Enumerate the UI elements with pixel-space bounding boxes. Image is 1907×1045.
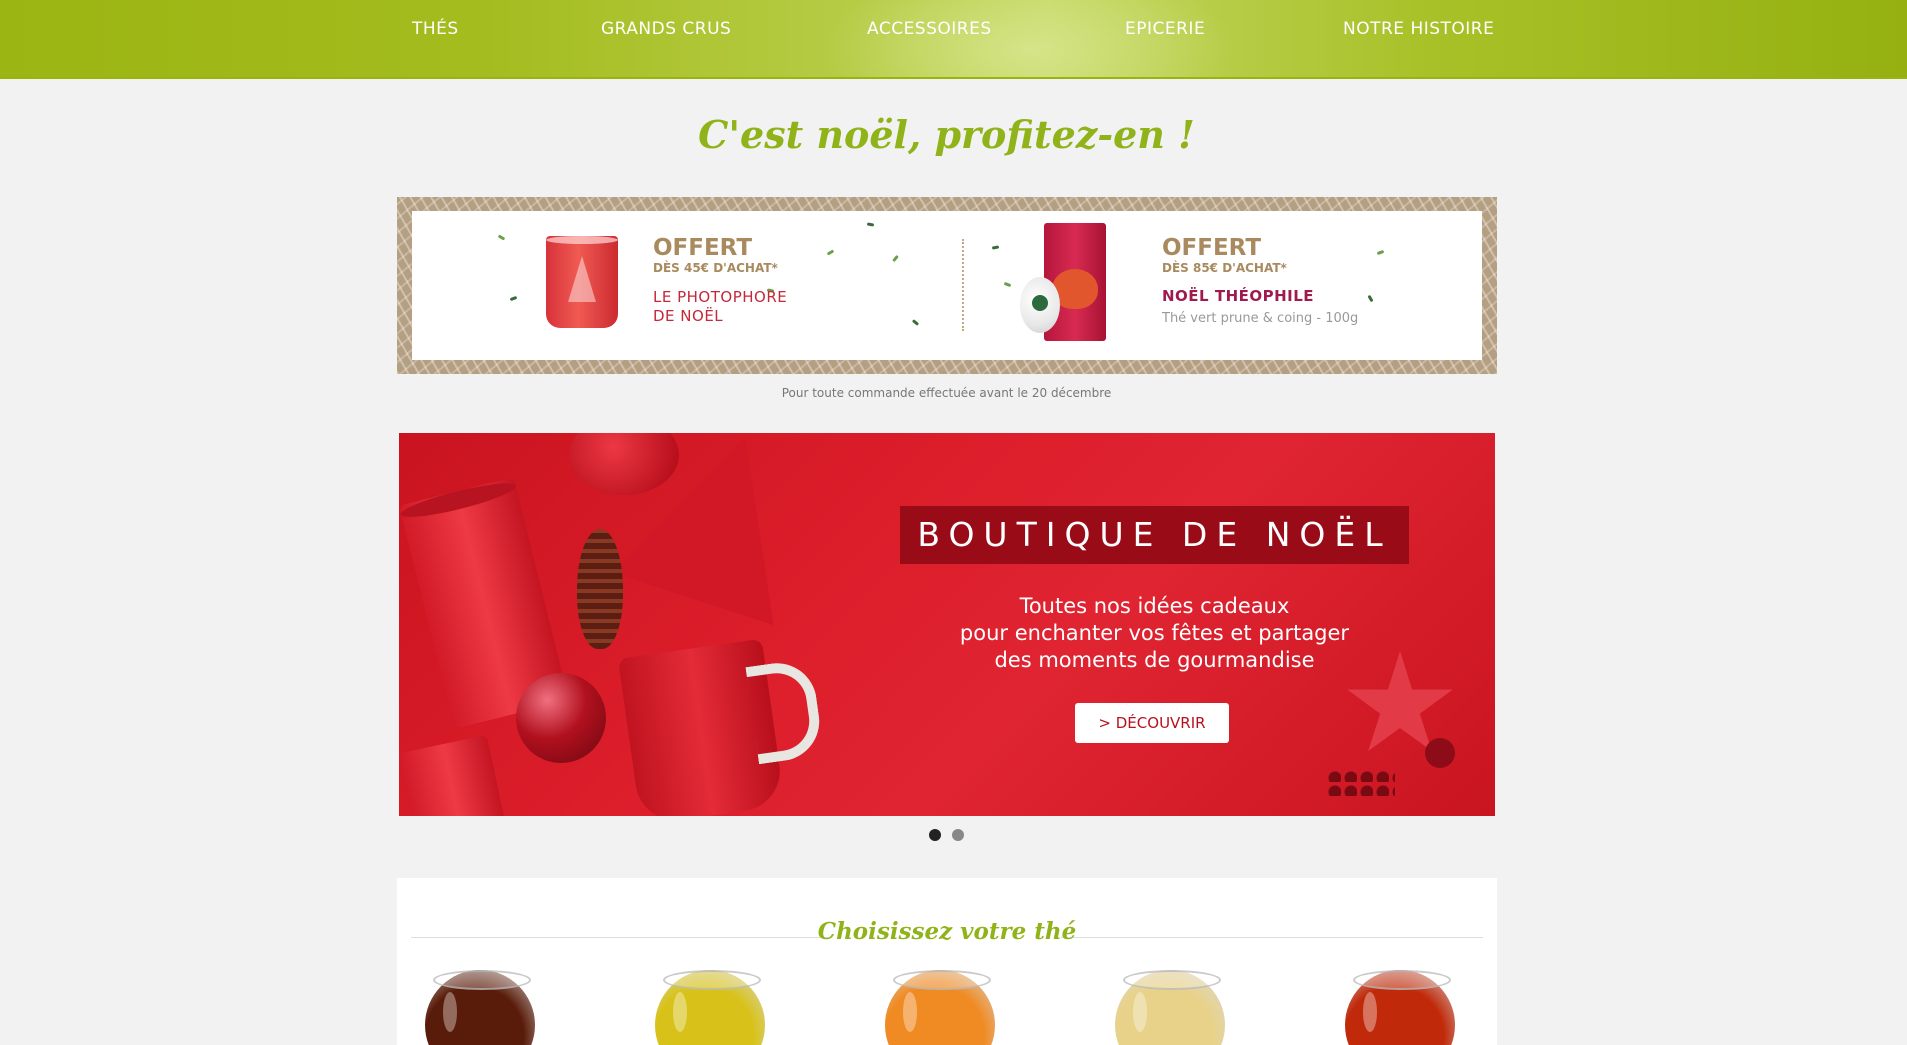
leaf-decoration (1003, 281, 1012, 288)
offer-left-product-line1: LE PHOTOPHORE (653, 288, 788, 306)
hero-text: Toutes nos idées cadeaux pour enchanter … (900, 593, 1409, 674)
leaf-decoration (1376, 249, 1385, 256)
small-ball-decoration (1425, 738, 1455, 768)
leaf-decoration (866, 222, 875, 227)
berries-decoration (1325, 768, 1395, 798)
tin-lid-image (1020, 277, 1060, 333)
pine-cone-decoration (577, 529, 623, 649)
offer-right-subtitle: DÈS 85€ D'ACHAT* (1162, 261, 1287, 275)
leaf-decoration (509, 295, 518, 302)
nav-item-grands-crus[interactable]: Grands crus (601, 19, 731, 39)
slider-dot-1[interactable] (929, 829, 941, 841)
hero-text-line: des moments de gourmandise (994, 648, 1315, 672)
offer-left-product-line2: DE NOËL (653, 307, 724, 325)
red-tea-cup-icon[interactable] (1345, 970, 1455, 1045)
slider-pagination (927, 829, 967, 843)
red-mug-decoration (618, 638, 785, 816)
offer-left-title: OFFERT (653, 235, 753, 261)
leaf-decoration (826, 249, 835, 256)
hero-text-line: Toutes nos idées cadeaux (1019, 594, 1290, 618)
nav-item-notre-histoire[interactable]: Notre histoire (1343, 19, 1494, 39)
tea-section-title: Choisissez votre thé (817, 918, 1077, 945)
nav-item-epicerie[interactable]: Epicerie (1125, 19, 1205, 39)
offer-divider (962, 239, 964, 331)
slider-dot-2[interactable] (952, 829, 964, 841)
dark-tea-cup-icon[interactable] (425, 970, 535, 1045)
offer-right-description: Thé vert prune & coing - 100g (1162, 311, 1359, 326)
nav-item-thes[interactable]: Thés (412, 19, 459, 39)
hero-slide-boutique-noel[interactable]: BOUTIQUE DE NOËL Toutes nos idées cadeau… (399, 433, 1495, 816)
top-navigation: Thés Grands crus Accessoires Epicerie No… (0, 0, 1907, 79)
nav-item-accessoires[interactable]: Accessoires (867, 19, 992, 39)
yellow-tea-cup-icon[interactable] (655, 970, 765, 1045)
tea-selection-section: Choisissez votre thé (397, 878, 1497, 1045)
leaf-decoration (911, 319, 920, 326)
hero-text-line: pour enchanter vos fêtes et partager (959, 621, 1350, 645)
pale-tea-cup-icon[interactable] (1115, 970, 1225, 1045)
leaf-decoration (497, 234, 506, 241)
page-headline: C'est noël, profitez-en ! (698, 112, 1195, 157)
christmas-ball-decoration (516, 673, 606, 763)
offer-right-product: NOËL THÉOPHILE (1162, 287, 1315, 305)
offer-right-title: OFFERT (1162, 235, 1262, 261)
tea-tin-decoration-2 (399, 734, 510, 816)
leaf-decoration (892, 254, 899, 263)
offer-banner[interactable]: OFFERT DÈS 45€ D'ACHAT* LE PHOTOPHORE DE… (397, 197, 1497, 374)
discover-button[interactable]: > DÉCOUVRIR (1075, 703, 1229, 743)
hero-title: BOUTIQUE DE NOËL (900, 506, 1409, 564)
leaf-decoration (991, 245, 1000, 250)
offer-note: Pour toute commande effectuée avant le 2… (781, 386, 1112, 400)
photophore-image (546, 236, 618, 328)
leaf-decoration (1367, 294, 1374, 303)
orange-tea-cup-icon[interactable] (885, 970, 995, 1045)
offer-left-subtitle: DÈS 45€ D'ACHAT* (653, 261, 778, 275)
offer-banner-inner: OFFERT DÈS 45€ D'ACHAT* LE PHOTOPHORE DE… (412, 211, 1482, 360)
